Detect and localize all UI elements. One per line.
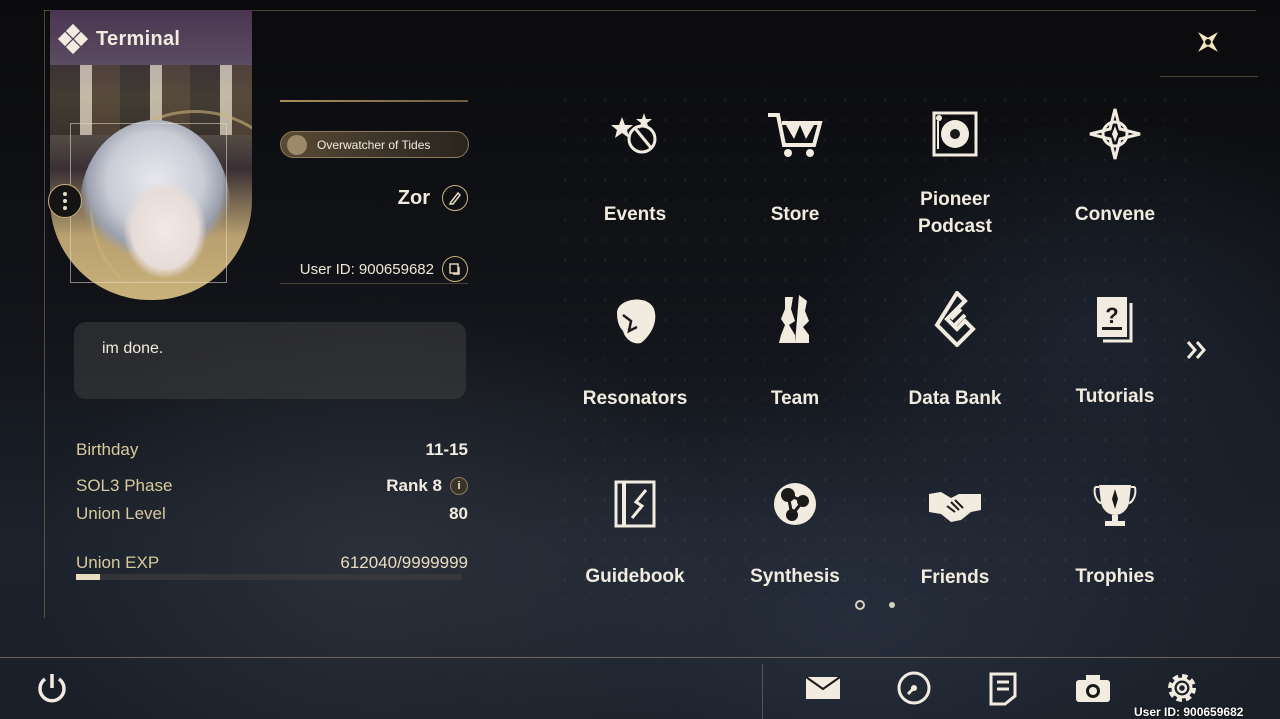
menu-guidebook[interactable]: Guidebook	[555, 460, 715, 630]
events-icon	[605, 104, 665, 164]
page-dot-1[interactable]	[855, 600, 865, 610]
menu-pioneer-podcast[interactable]: Pioneer Podcast	[875, 90, 1035, 260]
player-stats: Birthday 11-15 SOL3 Phase Rank 8 i Union…	[76, 436, 468, 577]
menu-label: Trophies	[1075, 566, 1155, 587]
title-badge-label: Overwatcher of Tides	[317, 137, 431, 152]
badge-emblem-icon	[287, 134, 307, 155]
camera-icon	[1076, 675, 1110, 702]
right-frame-accent	[1160, 76, 1258, 77]
stat-value: Rank 8	[386, 476, 442, 495]
union-exp-progress-fill	[76, 574, 100, 580]
synthesis-icon	[765, 474, 825, 534]
mail-button[interactable]	[803, 668, 843, 708]
user-id-row: User ID: 900659682	[280, 255, 468, 283]
menu-tutorials[interactable]: ? Tutorials	[1035, 275, 1195, 445]
menu-label: Synthesis	[750, 566, 840, 587]
stat-union-level: Union Level 80	[76, 500, 468, 528]
guidebook-icon	[605, 474, 665, 534]
clock-button[interactable]	[894, 668, 934, 708]
trophies-icon	[1085, 474, 1145, 534]
settings-button[interactable]	[1162, 668, 1202, 708]
user-id-label: User ID: 900659682	[299, 260, 434, 278]
close-icon	[1198, 32, 1218, 52]
data-bank-icon	[925, 289, 985, 349]
stat-value-group: Rank 8 i	[386, 476, 468, 496]
stat-value: 612040/9999999	[340, 553, 468, 572]
stat-label: Birthday	[76, 440, 139, 459]
next-page-button[interactable]	[1185, 337, 1211, 363]
stat-value: 11-15	[425, 440, 468, 459]
avatar-frame	[70, 123, 227, 283]
menu-synthesis[interactable]: Synthesis	[715, 460, 875, 630]
window-title-bar: Terminal	[57, 23, 181, 55]
menu-label: Convene	[1074, 204, 1156, 225]
left-frame-line	[44, 10, 45, 618]
menu-label: Team	[770, 388, 820, 409]
terminal-menu-grid: Events Store Pioneer Podcast Convene Res…	[555, 90, 1195, 600]
profile-divider	[280, 283, 468, 284]
stat-union-exp: Union EXP 612040/9999999	[76, 549, 468, 577]
more-icon	[63, 192, 67, 196]
friends-icon	[925, 474, 985, 534]
avatar-more-button[interactable]	[48, 184, 82, 218]
menu-friends[interactable]: Friends	[875, 460, 1035, 630]
menu-data-bank[interactable]: Data Bank	[875, 275, 1035, 445]
menu-resonators[interactable]: Resonators	[555, 275, 715, 445]
chevron-double-right-icon	[1186, 341, 1206, 359]
menu-team[interactable]: Team	[715, 275, 875, 445]
menu-label: Tutorials	[1075, 386, 1155, 407]
menu-label: Resonators	[582, 388, 688, 409]
profile-deco-line	[280, 100, 468, 102]
team-icon	[765, 289, 825, 349]
page-dot-2[interactable]	[889, 602, 895, 608]
mail-icon	[805, 676, 841, 699]
info-icon[interactable]: i	[450, 477, 468, 495]
player-name-row: Zor	[280, 184, 468, 212]
close-button[interactable]	[1188, 22, 1228, 62]
convene-icon	[1085, 104, 1145, 164]
camera-button[interactable]	[1073, 668, 1113, 708]
copy-icon	[449, 263, 460, 275]
menu-label: Data Bank	[908, 388, 1002, 409]
settings-icon	[1168, 674, 1196, 702]
stat-sol3-phase: SOL3 Phase Rank 8 i	[76, 472, 468, 500]
tutorials-icon: ?	[1085, 289, 1145, 349]
page-indicator	[855, 600, 895, 610]
player-name: Zor	[397, 186, 430, 209]
podcast-icon	[925, 104, 985, 164]
menu-label: Guidebook	[585, 566, 685, 587]
edit-name-button[interactable]	[442, 185, 468, 211]
menu-label: Pioneer Podcast	[918, 189, 992, 237]
clock-icon	[897, 671, 931, 705]
signature-box[interactable]: im done.	[74, 322, 466, 399]
menu-store[interactable]: Store	[715, 90, 875, 260]
menu-label: Events	[603, 204, 667, 225]
notice-button[interactable]	[983, 668, 1023, 708]
diamond-logo-icon	[57, 23, 89, 55]
window-title: Terminal	[96, 27, 181, 50]
resonators-icon	[605, 289, 665, 349]
menu-trophies[interactable]: Trophies	[1035, 460, 1195, 630]
title-badge[interactable]: Overwatcher of Tides	[280, 131, 469, 158]
svg-text:?: ?	[1105, 303, 1118, 328]
notice-icon	[989, 672, 1017, 706]
footer-user-id: User ID: 900659682	[1134, 705, 1244, 719]
signature-text: im done.	[102, 340, 164, 357]
menu-label: Friends	[920, 567, 990, 588]
menu-convene[interactable]: Convene	[1035, 90, 1195, 260]
edit-icon	[448, 191, 461, 205]
power-icon	[38, 674, 66, 703]
bottom-divider	[762, 664, 763, 719]
stat-label: SOL3 Phase	[76, 476, 173, 495]
store-icon	[765, 104, 825, 164]
stat-label: Union Level	[76, 504, 166, 523]
stat-label: Union EXP	[76, 553, 160, 572]
power-button[interactable]	[32, 668, 72, 708]
stat-birthday: Birthday 11-15	[76, 436, 468, 464]
union-exp-progress-bar	[76, 574, 462, 580]
menu-events[interactable]: Events	[555, 90, 715, 260]
menu-label: Store	[770, 204, 820, 225]
stat-value: 80	[449, 504, 468, 523]
copy-user-id-button[interactable]	[442, 256, 468, 282]
